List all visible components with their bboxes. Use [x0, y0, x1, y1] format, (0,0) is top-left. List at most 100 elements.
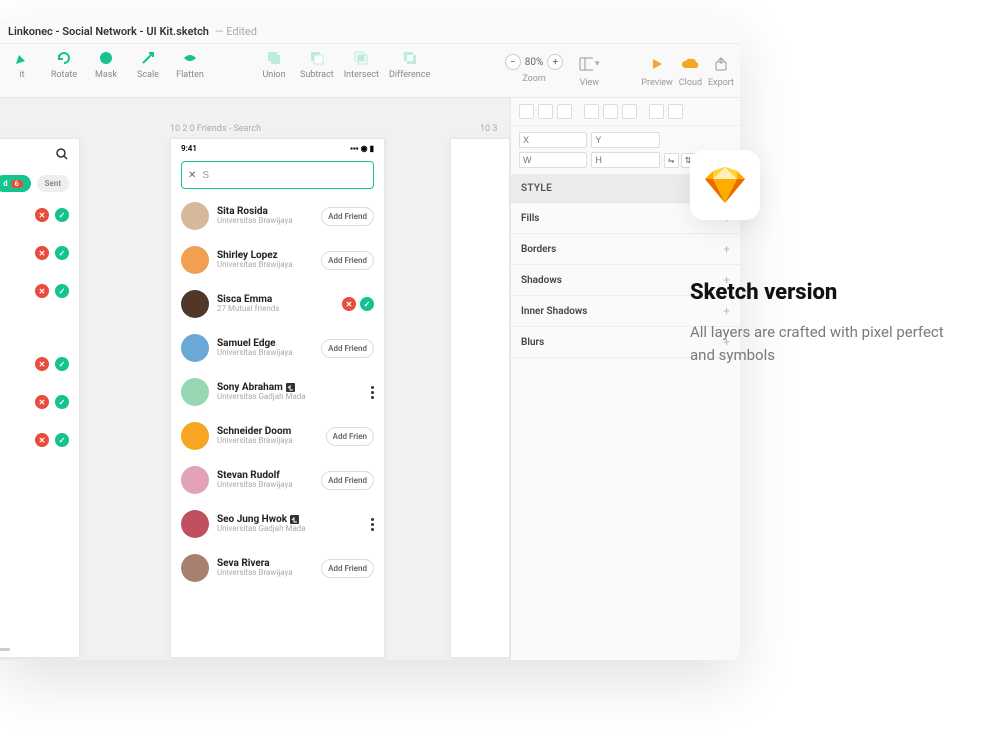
avatar [181, 246, 209, 274]
friend-row[interactable]: Sony Abraham Universitas Gadjah Mada [181, 373, 374, 411]
scale-icon [138, 48, 158, 68]
mask-icon [96, 48, 116, 68]
artboard-label-mid: 10 2 0 Friends - Search [170, 124, 261, 134]
align-left-icon[interactable] [519, 104, 534, 119]
promo-title: Sketch version [690, 280, 970, 305]
toolbar-preview[interactable]: Preview [641, 48, 672, 88]
toolbar-item-flatten[interactable]: Flatten [174, 48, 206, 80]
avatar [181, 202, 209, 230]
more-icon[interactable] [371, 386, 374, 399]
toolbar-group-transform: it Rotate Mask Scale Flatten [6, 48, 206, 80]
toolbar-export[interactable]: Export [708, 48, 734, 88]
avatar [181, 290, 209, 318]
artboard-right-peek[interactable] [450, 138, 510, 658]
friend-subtitle: Universitas Brawijaya [217, 481, 313, 490]
sent-pill[interactable]: Sent [37, 175, 69, 192]
friend-subtitle: Universitas Brawijaya [217, 569, 313, 578]
align-center-icon[interactable] [538, 104, 553, 119]
add-friend-button[interactable]: Add Friend [321, 471, 374, 490]
friend-row[interactable]: Schneider Doom Universitas Brawijaya Add… [181, 417, 374, 455]
add-friend-button[interactable]: Add Friend [321, 559, 374, 578]
document-filename: Linkonec - Social Network - UI Kit.sketc… [8, 25, 209, 38]
toolbar-item-union[interactable]: Union [258, 48, 290, 80]
search-field[interactable]: ✕ [181, 161, 374, 189]
friend-subtitle: Universitas Brawijaya [217, 217, 313, 226]
toolbar-item-subtract[interactable]: Subtract [300, 48, 334, 80]
export-icon [711, 54, 731, 74]
toolbar: it Rotate Mask Scale Flatten [0, 44, 740, 98]
artboard-label-right: 10 3 [480, 124, 497, 134]
home-indicator [0, 648, 10, 651]
accept-icon[interactable]: ✓ [360, 297, 374, 311]
friend-row[interactable]: Samuel Edge Universitas Brawijaya Add Fr… [181, 329, 374, 367]
phone-statusbar: 9:41 ▪▪▪ ◉ ▮ [171, 139, 384, 157]
align-right-icon[interactable] [557, 104, 572, 119]
window-titlebar: Linkonec - Social Network - UI Kit.sketc… [0, 20, 740, 44]
friend-row[interactable]: Seo Jung Hwok Universitas Gadjah Mada [181, 505, 374, 543]
zoom-out-button[interactable]: − [505, 54, 521, 70]
add-friend-button[interactable]: Add Friend [321, 207, 374, 226]
toolbar-item-intersect[interactable]: Intersect [344, 48, 379, 80]
size-w-field[interactable] [519, 152, 587, 168]
toolbar-zoom: − 80% + Zoom [505, 48, 564, 84]
search-icon[interactable] [55, 147, 69, 161]
verified-icon [290, 515, 299, 524]
cloud-icon [680, 54, 700, 74]
friend-subtitle: Universitas Brawijaya [217, 349, 313, 358]
size-h-field[interactable] [591, 152, 659, 168]
flatten-icon [180, 48, 200, 68]
status-signal-icon: ▪▪▪ ◉ ▮ [350, 144, 374, 153]
avatar [181, 422, 209, 450]
add-friend-button[interactable]: Add Friend [321, 339, 374, 358]
sketch-app-window: Linkonec - Social Network - UI Kit.sketc… [0, 20, 740, 660]
artboard-friends-search[interactable]: 9:41 ▪▪▪ ◉ ▮ ✕ Sita Rosida Universitas B… [170, 138, 385, 658]
promo-block: Sketch version All layers are crafted wi… [690, 150, 970, 368]
document-edited-label: — Edited [215, 25, 257, 38]
toolbar-item-mask[interactable]: Mask [90, 48, 122, 80]
difference-icon [400, 48, 420, 68]
distribute-v-icon[interactable] [668, 104, 683, 119]
more-icon[interactable] [371, 518, 374, 531]
canvas[interactable]: d6 Sent ✕✓ ✕✓ ✕✓ on ✕✓ ✕✓ ✕✓ 10 2 0 Frie… [0, 98, 510, 660]
friend-row[interactable]: Seva Rivera Universitas Brawijaya Add Fr… [181, 549, 374, 587]
toolbar-view[interactable]: ▾ View [579, 48, 599, 88]
friend-subtitle: Universitas Brawijaya [217, 261, 313, 270]
add-friend-button[interactable]: Add Friend [321, 251, 374, 270]
avatar [181, 378, 209, 406]
toolbar-item-difference[interactable]: Difference [389, 48, 430, 80]
friend-row[interactable]: Sisca Emma 27 Mutual friends ✕✓ [181, 285, 374, 323]
subtract-icon [307, 48, 327, 68]
friends-list: Sita Rosida Universitas Brawijaya Add Fr… [171, 197, 384, 587]
pos-x-field[interactable] [519, 132, 587, 148]
toolbar-item-scale[interactable]: Scale [132, 48, 164, 80]
received-pill[interactable]: d6 [0, 175, 31, 192]
friend-row[interactable]: Sita Rosida Universitas Brawijaya Add Fr… [181, 197, 374, 235]
friend-row[interactable]: Stevan Rudolf Universitas Brawijaya Add … [181, 461, 374, 499]
rotate-icon [54, 48, 74, 68]
avatar [181, 334, 209, 362]
add-friend-button[interactable]: Add Frien [326, 427, 374, 446]
toolbar-item-rotate[interactable]: Rotate [48, 48, 80, 80]
accept-icon[interactable]: ✓ [55, 208, 69, 222]
align-bottom-icon[interactable] [622, 104, 637, 119]
sketch-logo [690, 150, 760, 220]
align-middle-icon[interactable] [603, 104, 618, 119]
artboard-left[interactable]: d6 Sent ✕✓ ✕✓ ✕✓ on ✕✓ ✕✓ ✕✓ [0, 138, 80, 658]
decline-icon[interactable]: ✕ [342, 297, 356, 311]
search-input[interactable] [202, 170, 367, 181]
friend-subtitle: 27 Mutual friends [217, 305, 334, 314]
flip-h-icon[interactable]: ⇋ [664, 153, 679, 168]
toolbar-item-edit[interactable]: it [6, 48, 38, 80]
pos-y-field[interactable] [591, 132, 659, 148]
align-top-icon[interactable] [584, 104, 599, 119]
toolbar-cloud[interactable]: Cloud [679, 48, 702, 88]
decline-icon[interactable]: ✕ [35, 208, 49, 222]
play-icon [647, 54, 667, 74]
friend-row[interactable]: Shirley Lopez Universitas Brawijaya Add … [181, 241, 374, 279]
clear-search-icon[interactable]: ✕ [188, 170, 196, 181]
zoom-value: 80% [525, 57, 544, 68]
zoom-in-button[interactable]: + [547, 54, 563, 70]
toolbar-group-boolean: Union Subtract Intersect Difference [258, 48, 430, 80]
distribute-h-icon[interactable] [649, 104, 664, 119]
status-time: 9:41 [181, 144, 197, 153]
